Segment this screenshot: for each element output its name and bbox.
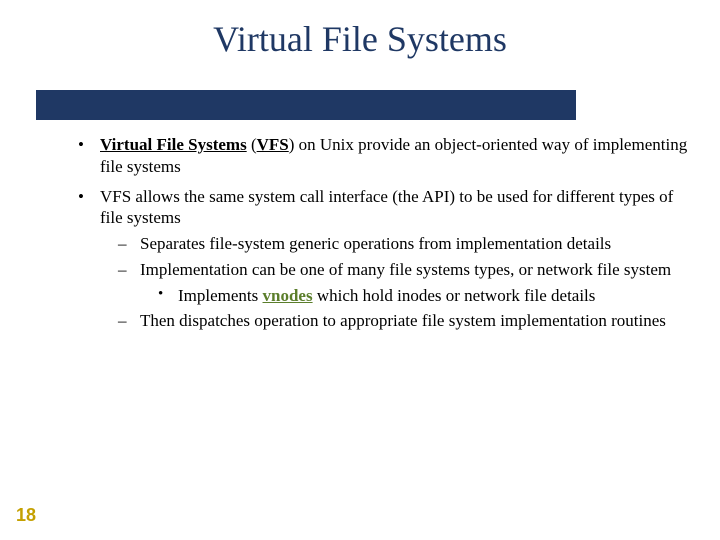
term-vfs-full: Virtual File Systems <box>100 135 247 154</box>
subsubbullet-vnodes: Implements vnodes which hold inodes or n… <box>156 285 690 307</box>
term-vfs-abbr: VFS <box>257 135 289 154</box>
subbullet-implementation: Implementation can be one of many file s… <box>114 259 690 307</box>
page-number: 18 <box>16 505 36 526</box>
slide-content: Virtual File Systems (VFS) on Unix provi… <box>78 134 690 340</box>
subbullet-separates: Separates file-system generic operations… <box>114 233 690 255</box>
subbullet-dispatch: Then dispatches operation to appropriate… <box>114 310 690 332</box>
term-vnodes: vnodes <box>263 286 313 305</box>
slide-title: Virtual File Systems <box>0 18 720 60</box>
slide: Virtual File Systems Virtual File System… <box>0 0 720 540</box>
bullet-vfs-intro: Virtual File Systems (VFS) on Unix provi… <box>78 134 690 178</box>
bullet-vfs-api: VFS allows the same system call interfac… <box>78 186 690 333</box>
title-underline-bar <box>36 90 576 120</box>
